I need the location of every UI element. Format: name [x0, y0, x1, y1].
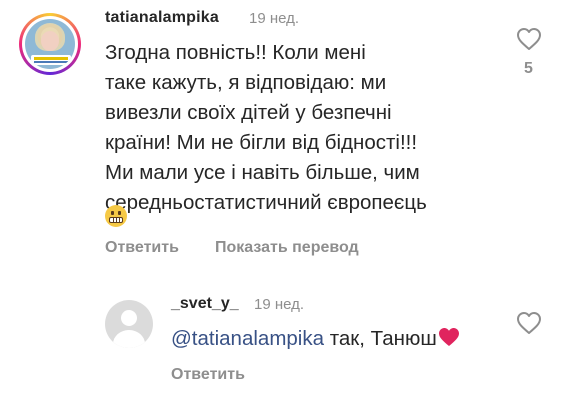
reply-username[interactable]: _svet_y_ — [171, 295, 239, 313]
heart-outline-svg — [517, 312, 541, 334]
like-heart-icon[interactable] — [516, 27, 542, 51]
avatar-photo — [25, 19, 75, 69]
reply-text-body: так, Танюш — [324, 327, 437, 350]
avatar-badge-shape — [31, 55, 71, 65]
comment-text-line: Згодна повність!! Коли мені — [105, 41, 366, 64]
grimacing-mouth-shape — [109, 217, 123, 223]
red-heart-emoji-icon — [438, 327, 460, 347]
comment-text: Згодна повність!! Коли мені таке кажуть,… — [105, 38, 515, 218]
reply-button[interactable]: Ответить — [105, 239, 179, 257]
comment-emoji-line — [105, 203, 127, 227]
comment-text-line: середньостатистичний європеєць — [105, 191, 427, 214]
avatar-inner — [22, 16, 78, 72]
comment-text-line: таке кажуть, я відповідаю: ми — [105, 71, 387, 94]
reply-text: @tatianalampika так, Танюш — [171, 327, 460, 351]
default-avatar-body-shape — [113, 330, 145, 348]
comment-time: 19 нед. — [249, 10, 300, 27]
comment-username[interactable]: tatianalampika — [105, 9, 219, 27]
heart-outline-svg — [517, 28, 541, 50]
reply-like-heart-icon[interactable] — [516, 311, 542, 335]
comment-text-line: вивезли своїх дітей у безпечні — [105, 101, 392, 124]
avatar-face-shape — [41, 31, 59, 51]
like-count[interactable]: 5 — [524, 60, 533, 78]
reply-avatar[interactable] — [105, 300, 153, 348]
comment-text-line: Ми мали усе і навіть більше, чим — [105, 161, 420, 184]
comment-text-line: країни! Ми не бігли від бідності!!! — [105, 131, 418, 154]
reply-time: 19 нед. — [254, 296, 305, 313]
avatar-story-ring[interactable] — [19, 13, 81, 75]
show-translation-button[interactable]: Показать перевод — [215, 239, 359, 257]
default-avatar-head-shape — [121, 310, 137, 326]
reply-to-reply-button[interactable]: Ответить — [171, 366, 245, 384]
mention-link[interactable]: @tatianalampika — [171, 327, 324, 350]
grimacing-face-emoji-icon — [105, 205, 127, 227]
red-heart-svg — [438, 328, 459, 346]
